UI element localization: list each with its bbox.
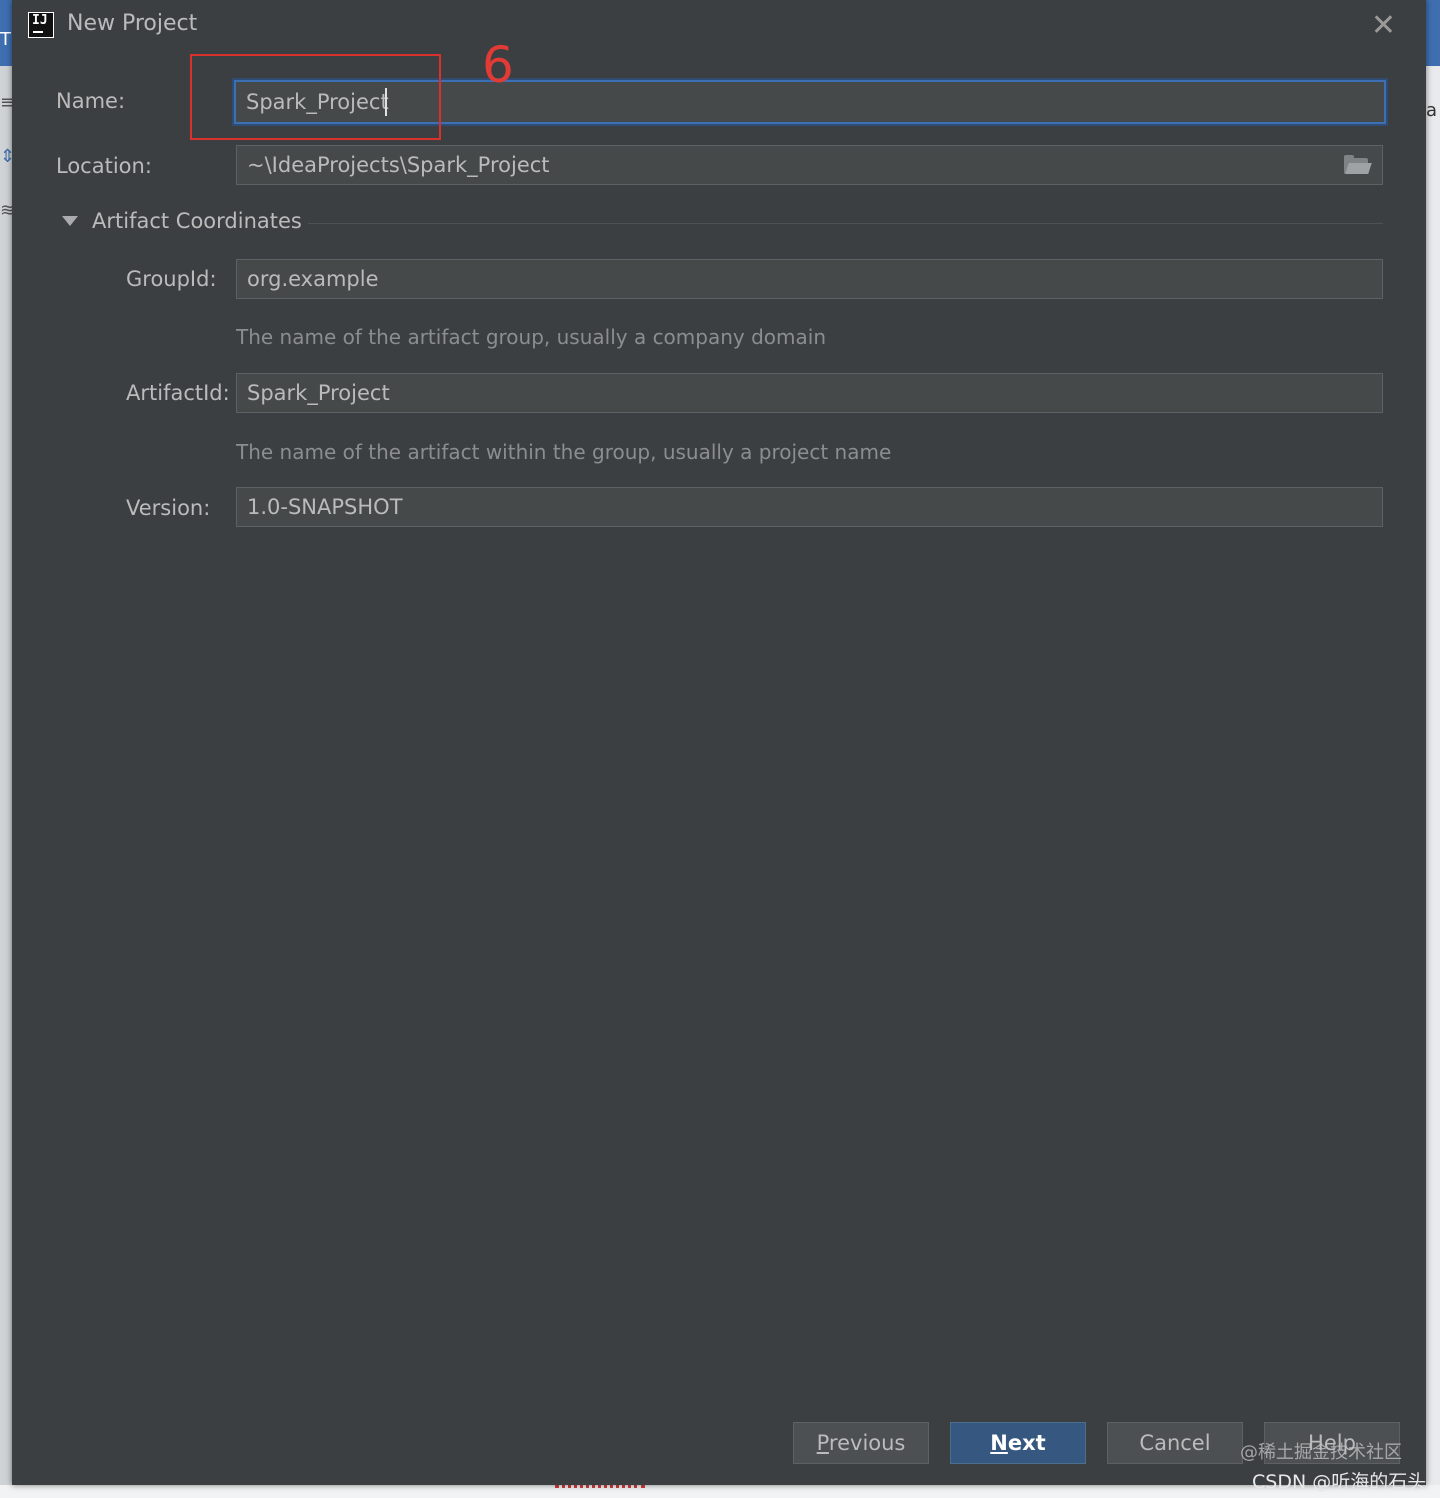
version-label: Version:	[126, 496, 211, 520]
cancel-button[interactable]: Cancel	[1107, 1422, 1243, 1464]
location-input[interactable]: ~\IdeaProjects\Spark_Project	[236, 145, 1383, 185]
dialog-titlebar[interactable]: IJ New Project ✕	[12, 0, 1426, 52]
artifactid-input[interactable]	[236, 373, 1383, 413]
name-label: Name:	[56, 89, 126, 113]
groupid-input[interactable]	[236, 259, 1383, 299]
background-app-left-edge: T ≡ ⇕ ≋	[0, 0, 12, 1498]
section-divider	[308, 223, 1383, 224]
location-label: Location:	[56, 154, 152, 178]
artifact-coordinates-section-title[interactable]: Artifact Coordinates	[92, 209, 302, 233]
close-icon[interactable]: ✕	[1371, 8, 1396, 43]
background-app-right-edge: a	[1426, 0, 1440, 1498]
new-project-dialog: IJ New Project ✕ Name: Location: ~\IdeaP…	[12, 0, 1426, 1485]
background-glyph: ≋	[0, 200, 12, 221]
browse-folder-icon[interactable]	[1344, 155, 1372, 175]
groupid-label: GroupId:	[126, 267, 217, 291]
intellij-app-icon: IJ	[28, 12, 54, 38]
background-sort-icon: ⇕	[0, 146, 12, 167]
background-glyph-right: a	[1426, 100, 1438, 121]
location-value: ~\IdeaProjects\Spark_Project	[247, 153, 550, 177]
artifactid-hint: The name of the artifact within the grou…	[236, 440, 892, 464]
next-button[interactable]: Next	[950, 1422, 1086, 1464]
background-app-bottom-edge	[0, 1485, 1440, 1498]
previous-button[interactable]: Previous	[793, 1422, 929, 1464]
background-app-header: T	[0, 0, 12, 66]
watermark-csdn: CSDN @听海的石头	[1252, 1471, 1427, 1493]
background-app-header-right	[1426, 0, 1440, 66]
dialog-title: New Project	[67, 11, 198, 36]
annotation-highlight-box	[190, 54, 441, 140]
background-menu-icon: ≡	[0, 92, 12, 113]
background-spellcheck-underline	[555, 1485, 645, 1488]
groupid-hint: The name of the artifact group, usually …	[236, 325, 826, 349]
annotation-step-number: 6	[482, 36, 514, 94]
collapse-triangle-icon[interactable]	[62, 216, 78, 226]
version-input[interactable]	[236, 487, 1383, 527]
artifactid-label: ArtifactId:	[126, 381, 230, 405]
watermark-juejin: @稀土掘金技术社区	[1240, 1442, 1402, 1463]
